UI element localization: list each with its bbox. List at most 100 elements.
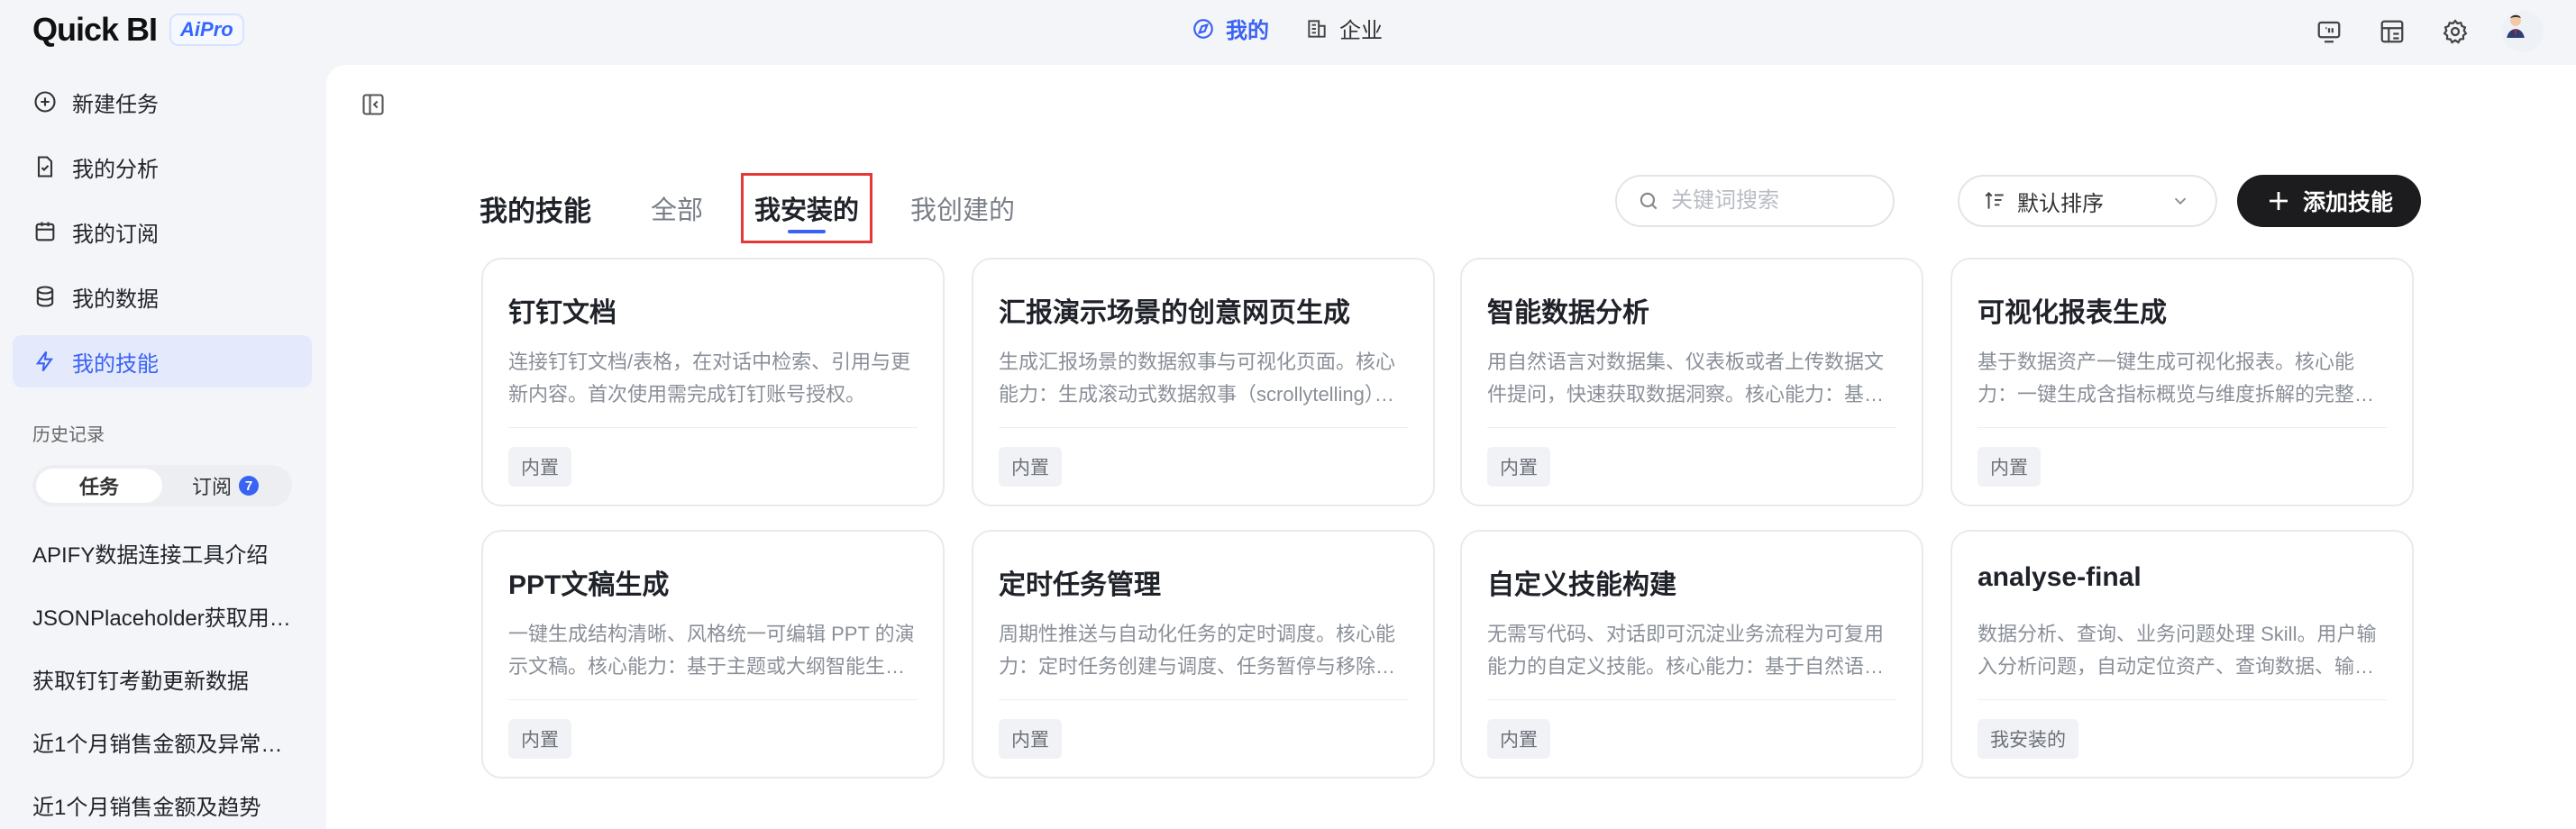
skill-card-tag: 内置	[1978, 447, 2041, 487]
divider	[1487, 427, 1896, 428]
divider	[1978, 427, 2387, 428]
top-nav-enterprise-label: 企业	[1339, 19, 1383, 43]
skill-card-description: 生成汇报场景的数据叙事与可视化页面。核心能力：生成滚动式数据叙事（scrolly…	[999, 351, 1396, 405]
search-box	[1615, 175, 1895, 227]
history-title: 历史记录	[32, 425, 105, 445]
skill-card[interactable]: analyse-final 数据分析、查询、业务问题处理 Skill。用户输入分…	[1950, 530, 2414, 779]
sidebar-item-label: 新建任务	[72, 92, 159, 117]
lightning-icon	[35, 351, 54, 372]
skill-card-description: 用自然语言对数据集、仪表板或者上传数据文件提问，快速获取数据洞察。核心能力：基于…	[1487, 351, 1885, 405]
main-panel: 我的技能 全部 我安装的 我创建的 默认排序 添加技能 钉钉文档 连接钉钉文档/…	[326, 65, 2576, 829]
skill-card-title: 定时任务管理	[999, 570, 1161, 600]
skill-card-description: 连接钉钉文档/表格，在对话中检索、引用与更新内容。首次使用需完成钉钉账号授权。	[508, 351, 911, 405]
skill-card-title: PPT文稿生成	[508, 570, 670, 600]
sort-icon	[1985, 191, 2004, 209]
skill-card-description: 数据分析、查询、业务问题处理 Skill。用户输入分析问题，自动定位资产、查询数…	[1978, 623, 2377, 678]
skill-card-description: 无需写代码、对话即可沉淀业务流程为可复用能力的自定义技能。核心能力：基于自然语言…	[1487, 623, 1885, 678]
top-nav-enterprise[interactable]: 企业	[1305, 13, 1383, 44]
tab-all[interactable]: 全部	[651, 173, 703, 243]
skill-card-tag: 内置	[999, 719, 1062, 759]
sidebar-item-label: 我的分析	[72, 157, 159, 182]
divider	[999, 427, 1408, 428]
segment-tasks-label: 任务	[78, 476, 119, 498]
skill-card-title: 智能数据分析	[1487, 298, 1649, 328]
avatar-image	[2502, 11, 2529, 38]
sidebar-item-my-skills[interactable]: 我的技能	[13, 335, 312, 387]
skill-card-tag: 内置	[508, 447, 571, 487]
top-actions	[2313, 11, 2544, 52]
monitor-button[interactable]	[2313, 15, 2345, 48]
divider	[1487, 699, 1896, 700]
skill-card[interactable]: 汇报演示场景的创意网页生成 生成汇报场景的数据叙事与可视化页面。核心能力：生成滚…	[972, 258, 1435, 506]
skill-card-title: 钉钉文档	[508, 298, 617, 328]
history-item[interactable]: 近1个月销售金额及异常分析	[32, 726, 303, 758]
app-logo[interactable]: Quick BI AiPro	[32, 11, 244, 49]
skill-card[interactable]: 可视化报表生成 基于数据资产一键生成可视化报表。核心能力：一键生成含指标概览与维…	[1950, 258, 2414, 506]
monitor-icon	[2317, 21, 2341, 43]
search-input[interactable]	[1671, 188, 1869, 214]
skill-card[interactable]: PPT文稿生成 一键生成结构清晰、风格统一可编辑 PPT 的演示文稿。核心能力：…	[481, 530, 945, 779]
tab-installed[interactable]: 我安装的	[741, 173, 873, 243]
dashboard-icon	[2380, 20, 2404, 43]
segment-tasks[interactable]: 任务	[36, 469, 162, 503]
skill-card-title: 可视化报表生成	[1978, 298, 2167, 328]
top-nav: 我的 企业	[1192, 13, 1383, 44]
add-skill-label: 添加技能	[2302, 190, 2393, 215]
document-icon	[37, 156, 53, 178]
compass-icon	[1193, 18, 1213, 39]
sidebar-collapse-icon	[362, 94, 384, 115]
segment-subscriptions[interactable]: 订阅 7	[162, 469, 288, 503]
search-icon	[1640, 192, 1658, 210]
history-item[interactable]: 近1个月销售金额及趋势	[32, 789, 303, 821]
plus-circle-icon	[34, 91, 56, 113]
top-nav-mine-label: 我的	[1226, 19, 1269, 43]
skill-card-tag: 内置	[508, 719, 571, 759]
calendar-icon	[35, 222, 55, 241]
sidebar-item-label: 我的技能	[72, 351, 159, 377]
skill-card-title: analyse-final	[1978, 562, 2142, 592]
chevron-down-icon	[2174, 197, 2187, 205]
skill-card[interactable]: 定时任务管理 周期性推送与自动化任务的定时调度。核心能力：定时任务创建与调度、任…	[972, 530, 1435, 779]
skill-card-title: 汇报演示场景的创意网页生成	[999, 298, 1350, 328]
logo-text: Quick BI	[32, 11, 158, 48]
history-item[interactable]: JSONPlaceholder获取用户数据	[32, 600, 303, 632]
history-item[interactable]: APIFY数据连接工具介绍	[32, 537, 303, 569]
top-nav-mine[interactable]: 我的	[1192, 13, 1269, 44]
sidebar-item-my-analysis[interactable]: 我的分析	[13, 141, 312, 193]
dashboard-button[interactable]	[2376, 15, 2408, 48]
skill-card-title: 自定义技能构建	[1487, 570, 1676, 600]
skill-card[interactable]: 钉钉文档 连接钉钉文档/表格，在对话中检索、引用与更新内容。首次使用需完成钉钉账…	[481, 258, 945, 506]
skill-card-description: 一键生成结构清晰、风格统一可编辑 PPT 的演示文稿。核心能力：基于主题或大纲智…	[508, 623, 915, 678]
sidebar-item-my-subscriptions[interactable]: 我的订阅	[13, 205, 312, 258]
gear-icon	[2443, 19, 2468, 44]
add-skill-button[interactable]: 添加技能	[2237, 175, 2421, 227]
sidebar: 新建任务 我的分析 我的订阅 我的数据 我的技能 历史记录 任务 订阅 7 AP…	[0, 68, 324, 829]
settings-button[interactable]	[2439, 15, 2471, 48]
plus-icon	[2269, 192, 2288, 210]
skill-card[interactable]: 智能数据分析 用自然语言对数据集、仪表板或者上传数据文件提问，快速获取数据洞察。…	[1460, 258, 1923, 506]
skill-card-description: 周期性推送与自动化任务的定时调度。核心能力：定时任务创建与调度、任务暂停与移除。…	[999, 623, 1396, 678]
divider	[508, 427, 918, 428]
collapse-sidebar-button[interactable]	[361, 92, 388, 119]
skill-card[interactable]: 自定义技能构建 无需写代码、对话即可沉淀业务流程为可复用能力的自定义技能。核心能…	[1460, 530, 1923, 779]
page-title: 我的技能	[480, 195, 591, 227]
segment-subscriptions-label: 订阅	[191, 476, 232, 498]
top-bar: Quick BI AiPro 我的 企业	[0, 0, 2576, 61]
skill-card-tag: 内置	[999, 447, 1062, 487]
sidebar-item-label: 我的数据	[72, 287, 159, 312]
sidebar-item-new-task[interactable]: 新建任务	[13, 76, 312, 128]
tab-created[interactable]: 我创建的	[910, 173, 1015, 243]
avatar[interactable]	[2502, 11, 2544, 52]
database-icon	[36, 286, 54, 307]
sidebar-item-my-data[interactable]: 我的数据	[13, 270, 312, 323]
divider	[508, 699, 918, 700]
sort-dropdown[interactable]: 默认排序	[1958, 175, 2217, 227]
history-segment-control: 任务 订阅 7	[32, 465, 292, 506]
history-item[interactable]: 获取钉钉考勤更新数据	[32, 663, 303, 695]
skill-card-tag: 内置	[1487, 447, 1550, 487]
skill-card-tag: 内置	[1487, 719, 1550, 759]
logo-badge: AiPro	[169, 14, 244, 46]
building-icon	[1308, 19, 1326, 38]
divider	[1978, 699, 2387, 700]
sort-label: 默认排序	[2017, 191, 2104, 216]
